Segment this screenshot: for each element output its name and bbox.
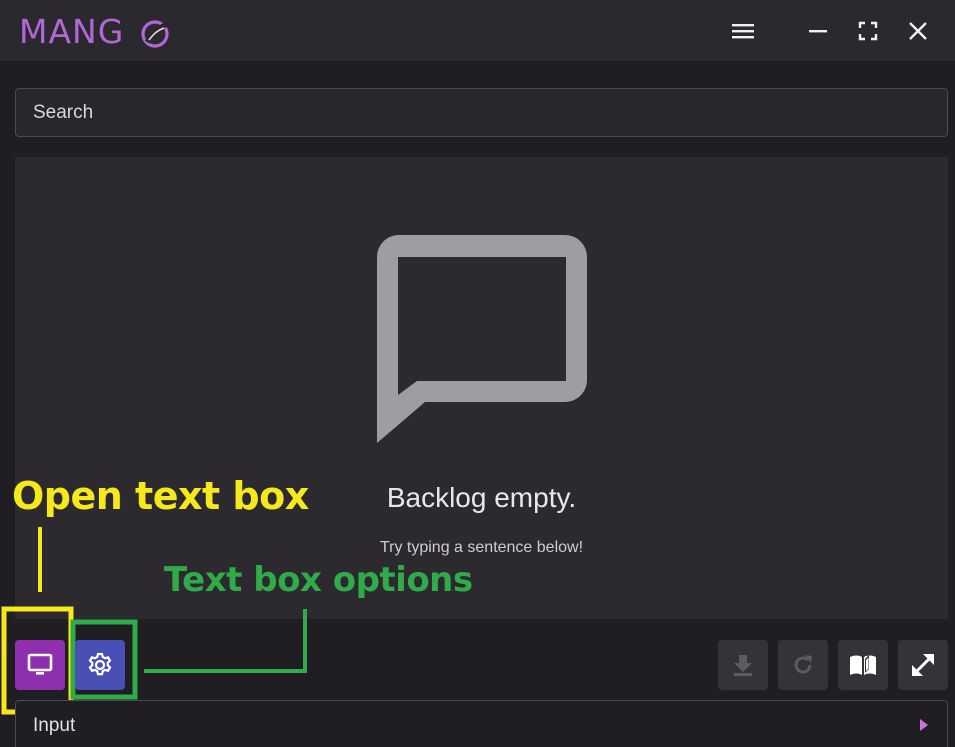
expand-button[interactable]: [898, 640, 948, 690]
open-text-box-button[interactable]: [15, 640, 65, 690]
hamburger-icon: [732, 24, 754, 39]
input-field[interactable]: Input: [15, 700, 948, 747]
refresh-icon: [794, 655, 812, 674]
speech-bubble-icon: [377, 235, 587, 443]
input-label: Input: [33, 715, 76, 736]
download-button[interactable]: [718, 640, 768, 690]
menu-button[interactable]: [728, 16, 758, 46]
dictionary-button[interactable]: [838, 640, 888, 690]
caret-right-icon[interactable]: [918, 717, 930, 733]
minimize-button[interactable]: [803, 16, 833, 46]
gear-icon: [88, 652, 112, 676]
refresh-button[interactable]: [778, 640, 828, 690]
expand-arrows-icon: [912, 654, 934, 676]
text-box-options-button[interactable]: [75, 640, 125, 690]
title-bar: MANG: [0, 0, 955, 62]
search-box[interactable]: [15, 88, 948, 137]
fullscreen-button[interactable]: [853, 16, 883, 46]
open-book-icon: [850, 655, 876, 675]
minimize-icon: [809, 30, 827, 33]
backlog-empty-subtitle: Try typing a sentence below!: [379, 539, 584, 556]
download-icon: [734, 655, 752, 676]
monitor-icon: [27, 653, 53, 675]
backlog-panel: Backlog empty. Try typing a sentence bel…: [15, 157, 948, 619]
close-button[interactable]: [903, 16, 933, 46]
annotation-open-text-box: Open text box: [12, 474, 309, 518]
fullscreen-icon: [858, 21, 878, 41]
logo-mark-icon: [141, 20, 169, 48]
app-logo: MANG: [19, 12, 125, 51]
close-icon: [909, 22, 927, 40]
annotation-text-box-options: Text box options: [164, 560, 473, 600]
search-input[interactable]: [33, 101, 930, 124]
